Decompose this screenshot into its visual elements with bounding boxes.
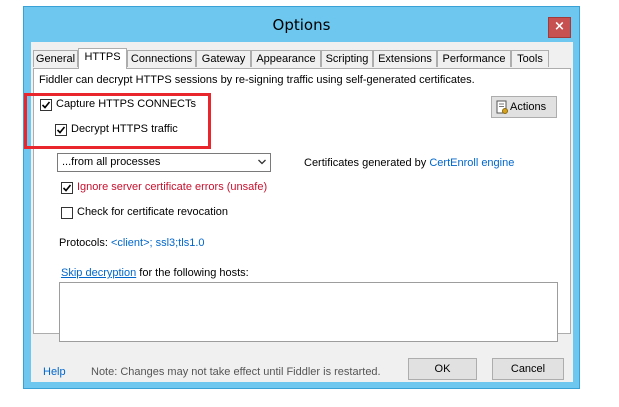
tab-connections[interactable]: Connections bbox=[127, 50, 196, 67]
options-window: Options × General HTTPS Connections Gate… bbox=[23, 6, 580, 389]
capture-connects-label[interactable]: Capture HTTPS CONNECTs bbox=[56, 98, 196, 110]
tab-gateway[interactable]: Gateway bbox=[196, 50, 251, 67]
capture-connects-checkbox[interactable] bbox=[40, 99, 52, 111]
protocols-label: Protocols: bbox=[59, 237, 111, 249]
skip-decryption-row: Skip decryption for the following hosts: bbox=[61, 267, 249, 279]
https-description: Fiddler can decrypt HTTPS sessions by re… bbox=[39, 74, 475, 86]
tab-general[interactable]: General bbox=[33, 50, 78, 67]
tab-performance[interactable]: Performance bbox=[437, 50, 511, 67]
tab-tools[interactable]: Tools bbox=[511, 50, 549, 67]
tab-strip: General HTTPS Connections Gateway Appear… bbox=[31, 48, 573, 69]
check-revocation-checkbox[interactable] bbox=[61, 207, 73, 219]
protocols-link[interactable]: <client>; ssl3;tls1.0 bbox=[111, 237, 205, 249]
actions-button[interactable]: Actions bbox=[491, 96, 557, 118]
tab-scripting[interactable]: Scripting bbox=[321, 50, 373, 67]
actions-button-label: Actions bbox=[510, 101, 547, 113]
ignore-errors-label[interactable]: Ignore server certificate errors (unsafe… bbox=[77, 181, 267, 193]
certenroll-link[interactable]: CertEnroll engine bbox=[429, 157, 514, 169]
help-link[interactable]: Help bbox=[43, 366, 66, 378]
certs-generated-text: Certificates generated by CertEnroll eng… bbox=[304, 157, 514, 169]
https-tab-panel: Fiddler can decrypt HTTPS sessions by re… bbox=[24, 68, 571, 342]
cancel-button[interactable]: Cancel bbox=[492, 358, 564, 380]
process-filter-select[interactable]: ...from all processes bbox=[57, 153, 271, 172]
tab-appearance[interactable]: Appearance bbox=[251, 50, 321, 67]
ok-button[interactable]: OK bbox=[408, 358, 477, 380]
decrypt-traffic-label[interactable]: Decrypt HTTPS traffic bbox=[71, 123, 178, 135]
skip-decryption-link[interactable]: Skip decryption bbox=[61, 267, 136, 279]
checkmark-icon bbox=[56, 126, 66, 134]
decrypt-traffic-checkbox[interactable] bbox=[55, 124, 67, 136]
check-revocation-label[interactable]: Check for certificate revocation bbox=[77, 206, 228, 218]
tab-https[interactable]: HTTPS bbox=[78, 48, 127, 69]
chevron-down-icon bbox=[257, 157, 267, 170]
protocols-row: Protocols: <client>; ssl3;tls1.0 bbox=[59, 237, 205, 249]
process-filter-value: ...from all processes bbox=[62, 156, 161, 168]
restart-note: Note: Changes may not take effect until … bbox=[91, 366, 381, 378]
dialog-client: General HTTPS Connections Gateway Appear… bbox=[24, 42, 573, 382]
close-button[interactable]: × bbox=[548, 17, 571, 38]
window-title: Options bbox=[272, 16, 331, 34]
certs-generated-prefix: Certificates generated by bbox=[304, 157, 430, 169]
ignore-errors-checkbox[interactable] bbox=[61, 182, 73, 194]
certificate-icon bbox=[496, 100, 508, 114]
title-bar[interactable]: Options × bbox=[24, 7, 579, 42]
checkmark-icon bbox=[41, 101, 51, 109]
tab-extensions[interactable]: Extensions bbox=[373, 50, 437, 67]
skip-hosts-textarea[interactable] bbox=[59, 282, 558, 342]
checkmark-icon bbox=[62, 184, 72, 192]
skip-decryption-suffix: for the following hosts: bbox=[136, 267, 249, 279]
